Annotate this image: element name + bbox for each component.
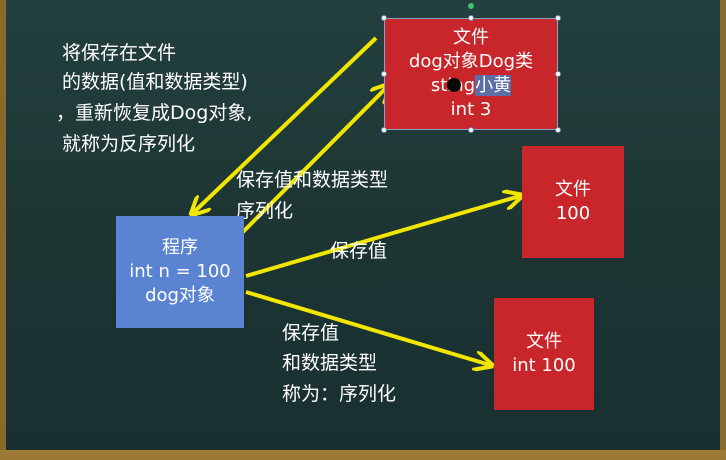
dog-file-box[interactable]: 文件 dog对象Dog类 sting小黄 int 3 bbox=[384, 18, 558, 130]
value-file-content: 100 bbox=[555, 203, 591, 224]
dog-file-int: int 3 bbox=[450, 99, 492, 120]
deserialize-note-line-1: 将保存在文件 bbox=[62, 42, 177, 64]
typed-file-box: 文件 int 100 bbox=[494, 298, 594, 410]
save-value-label: 保存值 bbox=[330, 240, 388, 262]
rotate-handle[interactable] bbox=[468, 3, 474, 9]
value-file-title: 文件 bbox=[555, 179, 591, 200]
program-box-int: int n = 100 bbox=[129, 261, 231, 282]
resize-handle-top-left[interactable] bbox=[381, 15, 387, 21]
serialize-note-line-2: 和数据类型 bbox=[282, 352, 378, 374]
resize-handle-bottom-right[interactable] bbox=[555, 127, 561, 133]
program-box-object: dog对象 bbox=[145, 285, 215, 306]
resize-handle-left[interactable] bbox=[381, 71, 387, 77]
resize-handle-bottom[interactable] bbox=[468, 127, 474, 133]
resize-handle-bottom-left[interactable] bbox=[381, 127, 387, 133]
program-box: 程序 int n = 100 dog对象 bbox=[116, 216, 244, 328]
deserialize-note-line-4: 就称为反序列化 bbox=[62, 133, 196, 155]
serialize-type-label-line-2: 序列化 bbox=[236, 200, 294, 222]
serialize-note-line-3: 称为：序列化 bbox=[282, 383, 397, 405]
resize-handle-right[interactable] bbox=[555, 71, 561, 77]
mouse-cursor-icon bbox=[447, 76, 461, 95]
serialize-note-line-1: 保存值 bbox=[282, 322, 340, 344]
resize-handle-top-right[interactable] bbox=[555, 15, 561, 21]
typed-file-content: int 100 bbox=[512, 355, 576, 376]
value-file-box: 文件 100 bbox=[522, 146, 624, 258]
deserialize-note-line-2: 的数据(值和数据类型) bbox=[62, 71, 248, 93]
dog-file-title: 文件 bbox=[453, 27, 489, 48]
deserialize-note-line-3: ，重新恢复成Dog对象, bbox=[56, 102, 253, 124]
text-selection-highlight: 小黄 bbox=[475, 75, 512, 96]
typed-file-title: 文件 bbox=[526, 331, 562, 352]
dog-file-class: dog对象Dog类 bbox=[408, 51, 534, 72]
program-box-title: 程序 bbox=[162, 237, 198, 258]
serialize-type-label-line-1: 保存值和数据类型 bbox=[236, 169, 389, 191]
dog-file-string-line: sting小黄 bbox=[431, 74, 512, 98]
resize-handle-top[interactable] bbox=[468, 15, 474, 21]
